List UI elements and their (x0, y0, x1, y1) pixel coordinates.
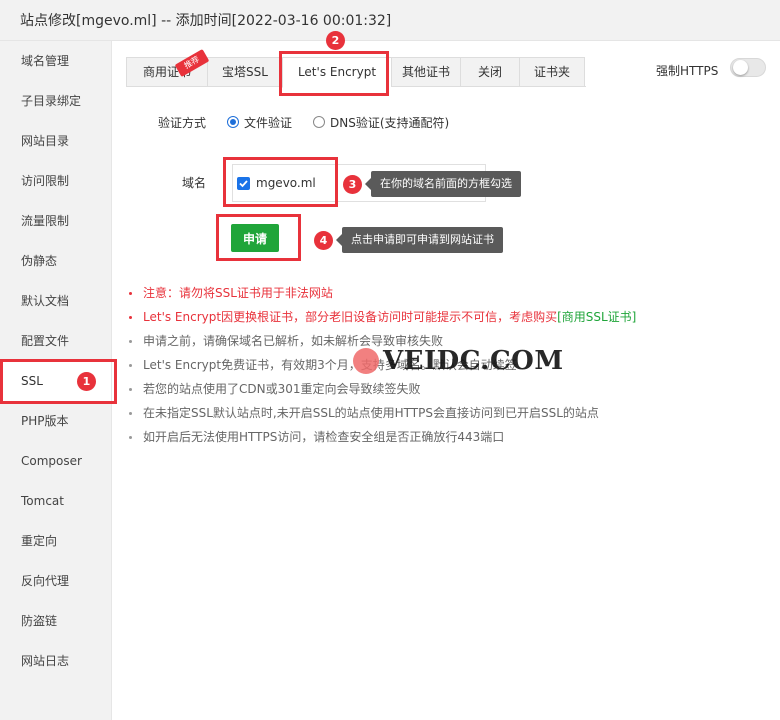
note-item: 若您的站点使用了CDN或301重定向会导致续签失败 (126, 377, 766, 401)
tab-close-ssl[interactable]: 关闭 (460, 57, 519, 87)
tab-other-cert[interactable]: 其他证书 (391, 57, 460, 87)
sidebar-item-domain-management[interactable]: 域名管理 (0, 41, 111, 81)
tooltip-apply: 点击申请即可申请到网站证书 (336, 227, 503, 253)
annotation-badge-3: 3 (343, 175, 362, 194)
sidebar-item-reverse-proxy[interactable]: 反向代理 (0, 561, 111, 601)
commercial-ssl-link[interactable]: [商用SSL证书] (557, 310, 636, 324)
annotation-badge-4: 4 (314, 231, 333, 250)
notes-list: 注意：请勿将SSL证书用于非法网站 Let's Encrypt因更换根证书，部分… (126, 281, 766, 449)
apply-button[interactable]: 申请 (231, 224, 279, 252)
domain-name: mgevo.ml (256, 176, 316, 190)
sidebar-item-tomcat[interactable]: Tomcat (0, 481, 111, 521)
tab-lets-encrypt[interactable]: Let's Encrypt (282, 57, 391, 88)
sidebar-item-hotlink-protection[interactable]: 防盗链 (0, 601, 111, 641)
force-https-toggle[interactable] (730, 58, 766, 77)
verify-method-label: 验证方式 (158, 116, 207, 130)
tab-cert-folder[interactable]: 证书夹 (519, 57, 585, 87)
radio-file-verify[interactable] (227, 116, 239, 128)
note-item: 注意：请勿将SSL证书用于非法网站 (126, 281, 766, 305)
annotation-badge-1: 1 (77, 372, 96, 391)
sidebar-item-composer[interactable]: Composer (0, 441, 111, 481)
tab-bt-ssl[interactable]: 宝塔SSL (207, 57, 282, 87)
sidebar-item-access-restriction[interactable]: 访问限制 (0, 161, 111, 201)
sidebar-item-php-version[interactable]: PHP版本 (0, 401, 111, 441)
domain-checkbox[interactable] (237, 177, 250, 190)
window-title: 站点修改[mgevo.ml] -- 添加时间[2022-03-16 00:01:… (20, 13, 392, 29)
sidebar-item-default-document[interactable]: 默认文档 (0, 281, 111, 321)
sidebar-item-redirect[interactable]: 重定向 (0, 521, 111, 561)
note-item: 在未指定SSL默认站点时,未开启SSL的站点使用HTTPS会直接访问到已开启SS… (126, 401, 766, 425)
note-item: 申请之前，请确保域名已解析，如未解析会导致审核失败 (126, 329, 766, 353)
domain-label: 域名 (182, 176, 207, 190)
annotation-badge-2: 2 (326, 31, 345, 50)
sidebar-item-subdirectory-binding[interactable]: 子目录绑定 (0, 81, 111, 121)
title-bar: 站点修改[mgevo.ml] -- 添加时间[2022-03-16 00:01:… (0, 0, 780, 41)
radio-dns-verify-label: DNS验证(支持通配符) (330, 116, 450, 130)
sidebar-item-site-directory[interactable]: 网站目录 (0, 121, 111, 161)
force-https-label: 强制HTTPS (656, 64, 719, 78)
radio-dns-verify[interactable] (313, 116, 325, 128)
note-item: Let's Encrypt免费证书，有效期3个月，支持多域名。默认会自动续签 (126, 353, 766, 377)
note-item: 如开启后无法使用HTTPS访问，请检查安全组是否正确放行443端口 (126, 425, 766, 449)
note-item: Let's Encrypt因更换根证书，部分老旧设备访问时可能提示不可信，考虑购… (126, 305, 766, 329)
sidebar-item-config-file[interactable]: 配置文件 (0, 321, 111, 361)
toggle-knob (733, 60, 748, 75)
sidebar-item-traffic-limit[interactable]: 流量限制 (0, 201, 111, 241)
check-icon (239, 180, 248, 188)
sidebar-item-rewrite[interactable]: 伪静态 (0, 241, 111, 281)
radio-file-verify-label: 文件验证 (244, 116, 293, 130)
tooltip-check-domain: 在你的域名前面的方框勾选 (365, 171, 521, 197)
sidebar-item-site-logs[interactable]: 网站日志 (0, 641, 111, 681)
